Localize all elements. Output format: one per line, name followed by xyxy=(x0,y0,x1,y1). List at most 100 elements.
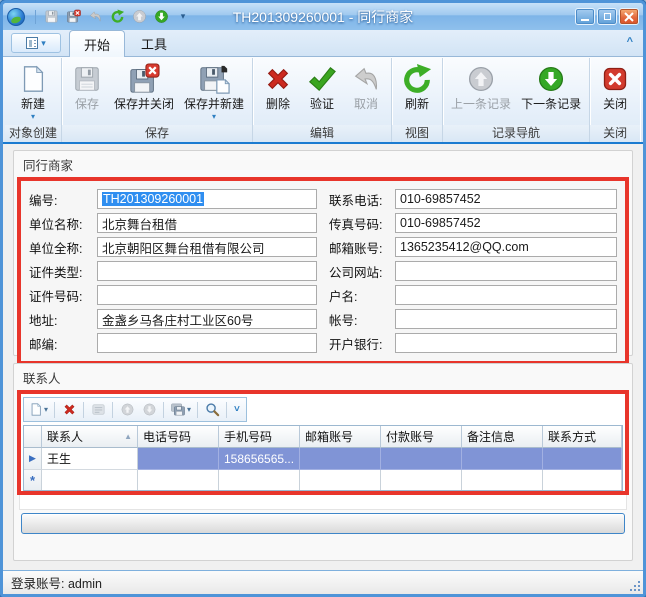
magnifier-icon xyxy=(205,402,220,417)
save-and-new-button[interactable]: 保存并新建 ▾ xyxy=(179,60,249,125)
close-record-button[interactable]: 关闭 xyxy=(593,60,637,125)
app-icon[interactable] xyxy=(7,8,25,26)
qat-save-button[interactable] xyxy=(42,8,60,26)
grid-new-row-button[interactable]: ▾ xyxy=(27,400,50,420)
cell-mobile[interactable]: 158656565... xyxy=(219,448,300,470)
fax-input[interactable] xyxy=(395,213,617,233)
resize-grip[interactable] xyxy=(628,579,640,591)
row-indicator-cell: ▶ xyxy=(24,448,42,470)
cell-phone[interactable] xyxy=(138,448,219,470)
refresh-button[interactable]: 刷新 xyxy=(395,60,439,125)
grid-delete-row-button[interactable] xyxy=(59,400,79,420)
chevron-down-icon: ▾ xyxy=(187,405,191,414)
down-circle-icon xyxy=(154,9,169,24)
new-document-icon xyxy=(18,62,48,96)
delete-button[interactable]: 删除 xyxy=(256,60,300,125)
minimize-button[interactable] xyxy=(575,8,595,25)
divider xyxy=(35,10,36,24)
maximize-button[interactable] xyxy=(597,8,617,25)
merchant-group-caption: 同行商家 xyxy=(17,153,629,177)
save-floppy-icon xyxy=(44,9,59,24)
cert-number-input[interactable] xyxy=(97,285,317,305)
unit-fullname-input[interactable] xyxy=(97,237,317,257)
column-header-email[interactable]: 邮箱账号 xyxy=(300,426,381,448)
new-cell[interactable] xyxy=(462,470,543,490)
group-caption: 保存 xyxy=(62,125,252,142)
website-input[interactable] xyxy=(395,261,617,281)
grid-detail-view-button[interactable] xyxy=(88,400,108,420)
new-cell[interactable] xyxy=(138,470,219,490)
cell-contact-method[interactable] xyxy=(543,448,622,470)
account-number-input[interactable] xyxy=(395,309,617,329)
group-caption: 对象创建 xyxy=(5,125,61,142)
new-button[interactable]: 新建 ▾ xyxy=(11,60,55,125)
account-name-label: 户名: xyxy=(329,286,395,305)
address-input[interactable] xyxy=(97,309,317,329)
column-header-phone[interactable]: 电话号码 xyxy=(138,426,219,448)
unit-fullname-label: 单位全称: xyxy=(29,238,97,257)
group-caption: 关闭 xyxy=(590,125,640,142)
grid-new-row[interactable]: * xyxy=(24,470,622,490)
new-row-icon: * xyxy=(30,473,35,488)
status-bar: 登录账号: admin xyxy=(3,570,643,594)
fax-label: 传真号码: xyxy=(329,214,395,233)
up-circle-icon xyxy=(132,9,147,24)
title-bar[interactable]: ▾ TH201309260001 - 同行商家 xyxy=(3,3,643,30)
qat-refresh-button[interactable] xyxy=(108,8,126,26)
new-cell[interactable] xyxy=(42,470,138,490)
phone-input[interactable] xyxy=(395,189,617,209)
save-and-close-button[interactable]: 保存并关闭 xyxy=(109,60,179,125)
validate-check-icon xyxy=(307,62,337,96)
account-name-input[interactable] xyxy=(395,285,617,305)
ribbon-group-object-create: 新建 ▾ 对象创建 xyxy=(5,58,62,142)
qat-customize-dropdown[interactable]: ▾ xyxy=(174,8,192,26)
next-record-button[interactable]: 下一条记录 xyxy=(516,60,586,125)
address-label: 地址: xyxy=(29,310,97,329)
unit-name-input[interactable] xyxy=(97,213,317,233)
column-header-contact-method[interactable]: 联系方式 xyxy=(543,426,622,448)
cell-email[interactable] xyxy=(300,448,381,470)
group-caption: 视图 xyxy=(392,125,442,142)
column-header-notes[interactable]: 备注信息 xyxy=(462,426,543,448)
divider xyxy=(112,402,113,418)
qat-previous-record-button[interactable] xyxy=(130,8,148,26)
grid-move-down-button[interactable] xyxy=(139,400,159,420)
column-header-payment-account[interactable]: 付款账号 xyxy=(381,426,462,448)
postcode-input[interactable] xyxy=(97,333,317,353)
cell-payment-account[interactable] xyxy=(381,448,462,470)
ribbon-group-record-navigation: 上一条记录 下一条记录 记录导航 xyxy=(443,58,590,142)
validate-button[interactable]: 验证 xyxy=(300,60,344,125)
cert-type-input[interactable] xyxy=(97,261,317,281)
grid-move-up-button[interactable] xyxy=(117,400,137,420)
grid-data-row[interactable]: ▶ 王生 158656565... xyxy=(24,448,622,470)
tab-tools[interactable]: 工具 xyxy=(127,30,181,56)
tab-start[interactable]: 开始 xyxy=(69,30,125,57)
new-cell[interactable] xyxy=(300,470,381,490)
qat-next-record-button[interactable] xyxy=(152,8,170,26)
bank-input[interactable] xyxy=(395,333,617,353)
new-cell[interactable] xyxy=(543,470,622,490)
qat-save-and-close-button[interactable] xyxy=(64,8,82,26)
grid-horizontal-scrollbar[interactable] xyxy=(21,513,625,534)
application-menu-button[interactable]: ▾ xyxy=(11,33,61,53)
toolbar-overflow-icon[interactable]: ˅ xyxy=(231,404,243,415)
divider xyxy=(163,402,164,418)
delete-cross-icon xyxy=(62,402,77,417)
cancel-button[interactable]: 取消 xyxy=(344,60,388,125)
grid-search-button[interactable] xyxy=(202,400,222,420)
ribbon-collapse-icon[interactable]: ^ xyxy=(627,36,633,48)
cell-contact-name[interactable]: 王生 xyxy=(42,448,138,470)
column-header-mobile[interactable]: 手机号码 xyxy=(219,426,300,448)
column-header-contact[interactable]: 联系人 ▲ xyxy=(42,426,138,448)
cell-notes[interactable] xyxy=(462,448,543,470)
new-cell[interactable] xyxy=(219,470,300,490)
save-button[interactable]: 保存 xyxy=(65,60,109,125)
close-button[interactable] xyxy=(619,8,639,25)
qat-undo-button[interactable] xyxy=(86,8,104,26)
email-input[interactable] xyxy=(395,237,617,257)
number-input[interactable]: TH201309260001 xyxy=(97,189,317,209)
new-cell[interactable] xyxy=(381,470,462,490)
grid-export-button[interactable]: ▾ xyxy=(168,400,193,420)
previous-record-button[interactable]: 上一条记录 xyxy=(446,60,516,125)
divider xyxy=(197,402,198,418)
